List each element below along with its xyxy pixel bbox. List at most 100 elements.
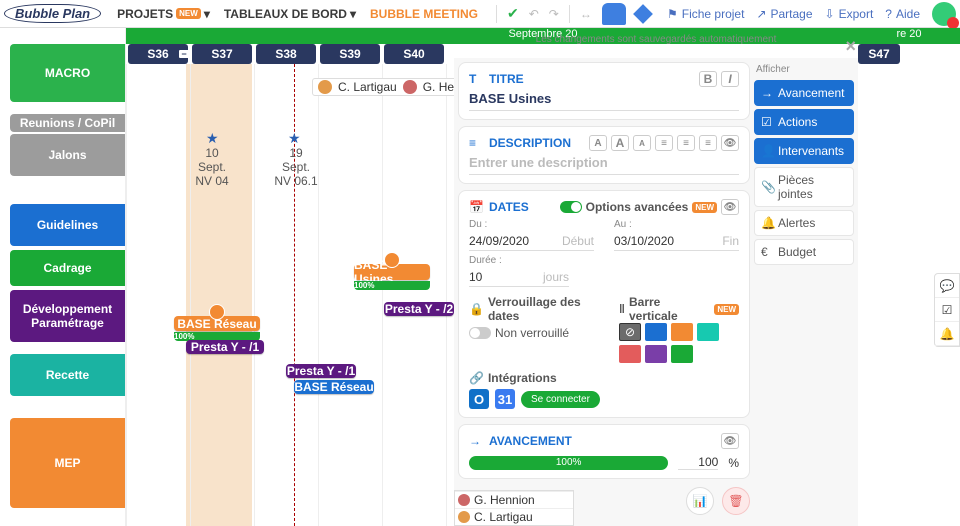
side-label: Pièces jointes [778, 173, 847, 201]
check-icon[interactable]: ☑ [935, 298, 959, 322]
week-s47[interactable]: S47 [858, 44, 900, 64]
font-size-button[interactable]: A [611, 135, 629, 151]
tool-shape-icon[interactable] [602, 3, 626, 25]
color-orange[interactable] [671, 323, 693, 341]
text-icon: T [469, 72, 483, 86]
menu-projets[interactable]: PROJETS NEW ▾ [117, 7, 210, 21]
notification-badge [947, 17, 959, 29]
row-guidelines[interactable]: Guidelines [10, 204, 125, 246]
milestone-icon[interactable] [633, 4, 653, 24]
color-none[interactable]: ⊘ [619, 323, 641, 341]
connect-button[interactable]: Se connecter [521, 391, 600, 408]
color-red[interactable] [619, 345, 641, 363]
partage-button[interactable]: ↗Partage [756, 7, 812, 21]
bar-presta-y1b[interactable]: Presta Y - /1 [286, 364, 356, 378]
side-budget[interactable]: €Budget [754, 239, 854, 265]
calendar-icon[interactable]: 31 [495, 389, 515, 409]
advanced-options-toggle[interactable]: Options avancées NEW [560, 200, 717, 214]
week-s38[interactable]: S38 [256, 44, 316, 64]
redo-icon[interactable]: ↷ [549, 7, 559, 21]
week-s37[interactable]: S37 [192, 44, 252, 64]
color-purple[interactable] [645, 345, 667, 363]
duree-value: 10 [469, 270, 482, 284]
undo-icon[interactable]: ↶ [529, 7, 539, 21]
export-button[interactable]: ⇩Export [825, 7, 874, 21]
star-icon[interactable]: ★ [288, 130, 301, 147]
star-icon[interactable]: ★ [206, 130, 219, 147]
side-pieces-jointes[interactable]: 📎 Pièces jointes [754, 167, 854, 207]
bar-presta-y1[interactable]: Presta Y - /1 [186, 340, 264, 354]
aide-button[interactable]: ?Aide [885, 7, 920, 21]
bell-icon[interactable]: 🔔 [935, 322, 959, 346]
side-avancement[interactable]: →Avancement [754, 80, 854, 106]
color-blue[interactable] [645, 323, 667, 341]
pct-input[interactable]: 100 [678, 455, 718, 470]
flame-icon [384, 252, 400, 268]
user-avatar[interactable] [932, 2, 956, 26]
row-cadrage[interactable]: Cadrage [10, 250, 125, 286]
chat-icon[interactable]: 💬 [935, 274, 959, 298]
align-left-button[interactable]: ≡ [655, 135, 673, 151]
italic-button[interactable]: I [721, 71, 739, 87]
panel-cards: T TITRE B I ≡ DESCRIPTION A A [458, 62, 750, 522]
progress-bar[interactable]: 100% [469, 456, 668, 470]
row-jalons[interactable]: Jalons [10, 134, 125, 176]
week-s40[interactable]: S40 [384, 44, 444, 64]
paperclip-icon: 📎 [761, 180, 773, 194]
row-reunions[interactable]: Reunions / CoPil [10, 114, 125, 132]
week-label: S40 [403, 47, 424, 61]
bar-base-reseau[interactable]: BASE Réseau 100% [174, 316, 260, 331]
avatar-icon [318, 80, 332, 94]
menu-tableaux[interactable]: TABLEAUX DE BORD ▾ [224, 7, 356, 21]
eye-icon[interactable]: 👁 [721, 433, 739, 449]
week-plus-icon[interactable]: − [179, 50, 189, 58]
color-teal[interactable] [697, 323, 719, 341]
fiche-projet-button[interactable]: ⚑Fiche projet [667, 7, 744, 21]
description-format-actions: A A A ≡ ≡ ≡ 👁 [589, 135, 739, 151]
bar-base-usines[interactable]: BASE Usines 100% [354, 264, 430, 280]
lock-toggle[interactable]: Non verrouillé [469, 326, 595, 340]
menu-bubble-meeting[interactable]: BUBBLE MEETING [370, 7, 478, 21]
font-size-button[interactable]: A [633, 135, 651, 151]
jours-hint: jours [543, 270, 569, 284]
fit-width-icon[interactable]: ↔ [580, 7, 592, 21]
assignee-row[interactable]: G. Hennion [455, 491, 573, 508]
side-alertes[interactable]: 🔔Alertes [754, 210, 854, 236]
assignee-row[interactable]: C. Lartigau [455, 508, 573, 525]
align-right-button[interactable]: ≡ [699, 135, 717, 151]
chart-button[interactable]: 📊 [686, 487, 714, 515]
bar-base-reseau-2[interactable]: BASE Réseau [294, 380, 374, 394]
delete-button[interactable]: 🗑 [722, 487, 750, 515]
align-center-button[interactable]: ≡ [677, 135, 695, 151]
outlook-icon[interactable]: O [469, 389, 489, 409]
row-dev[interactable]: Développement Paramétrage [10, 290, 125, 342]
date-from-input[interactable]: 24/09/2020Début [469, 232, 594, 251]
du-label: Du : [469, 219, 594, 230]
date-to-input[interactable]: 03/10/2020Fin [614, 232, 739, 251]
switch-icon [560, 201, 582, 213]
dates-head: 📅 DATES Options avancées NEW 👁 [469, 199, 739, 215]
side-intervenants[interactable]: 👤Intervenants [754, 138, 854, 164]
color-green[interactable] [671, 345, 693, 363]
row-mep[interactable]: MEP [10, 418, 125, 508]
bold-button[interactable]: B [699, 71, 717, 87]
logo[interactable]: Bubble Plan [4, 4, 101, 23]
side-actions[interactable]: ☑Actions [754, 109, 854, 135]
separator [496, 5, 497, 23]
field-du: Du : 24/09/2020Début [469, 219, 594, 251]
titre-input[interactable] [469, 87, 739, 111]
export-label: Export [839, 7, 874, 21]
close-icon[interactable]: × [845, 36, 856, 57]
week-s36[interactable]: S36− [128, 44, 188, 64]
au-label: Au : [614, 219, 739, 230]
duree-input[interactable]: 10 jours [469, 268, 569, 287]
eye-off-icon[interactable]: 👁 [721, 199, 739, 215]
bar-presta-y2[interactable]: Presta Y - /2 [384, 302, 454, 316]
week-s39[interactable]: S39 [320, 44, 380, 64]
row-macro[interactable]: MACRO [10, 44, 125, 102]
font-size-button[interactable]: A [589, 135, 607, 151]
row-recette[interactable]: Recette [10, 354, 125, 396]
check-icon[interactable]: ✔ [507, 5, 519, 22]
eye-icon[interactable]: 👁 [721, 135, 739, 151]
description-input[interactable]: Entrer une description [469, 151, 739, 175]
